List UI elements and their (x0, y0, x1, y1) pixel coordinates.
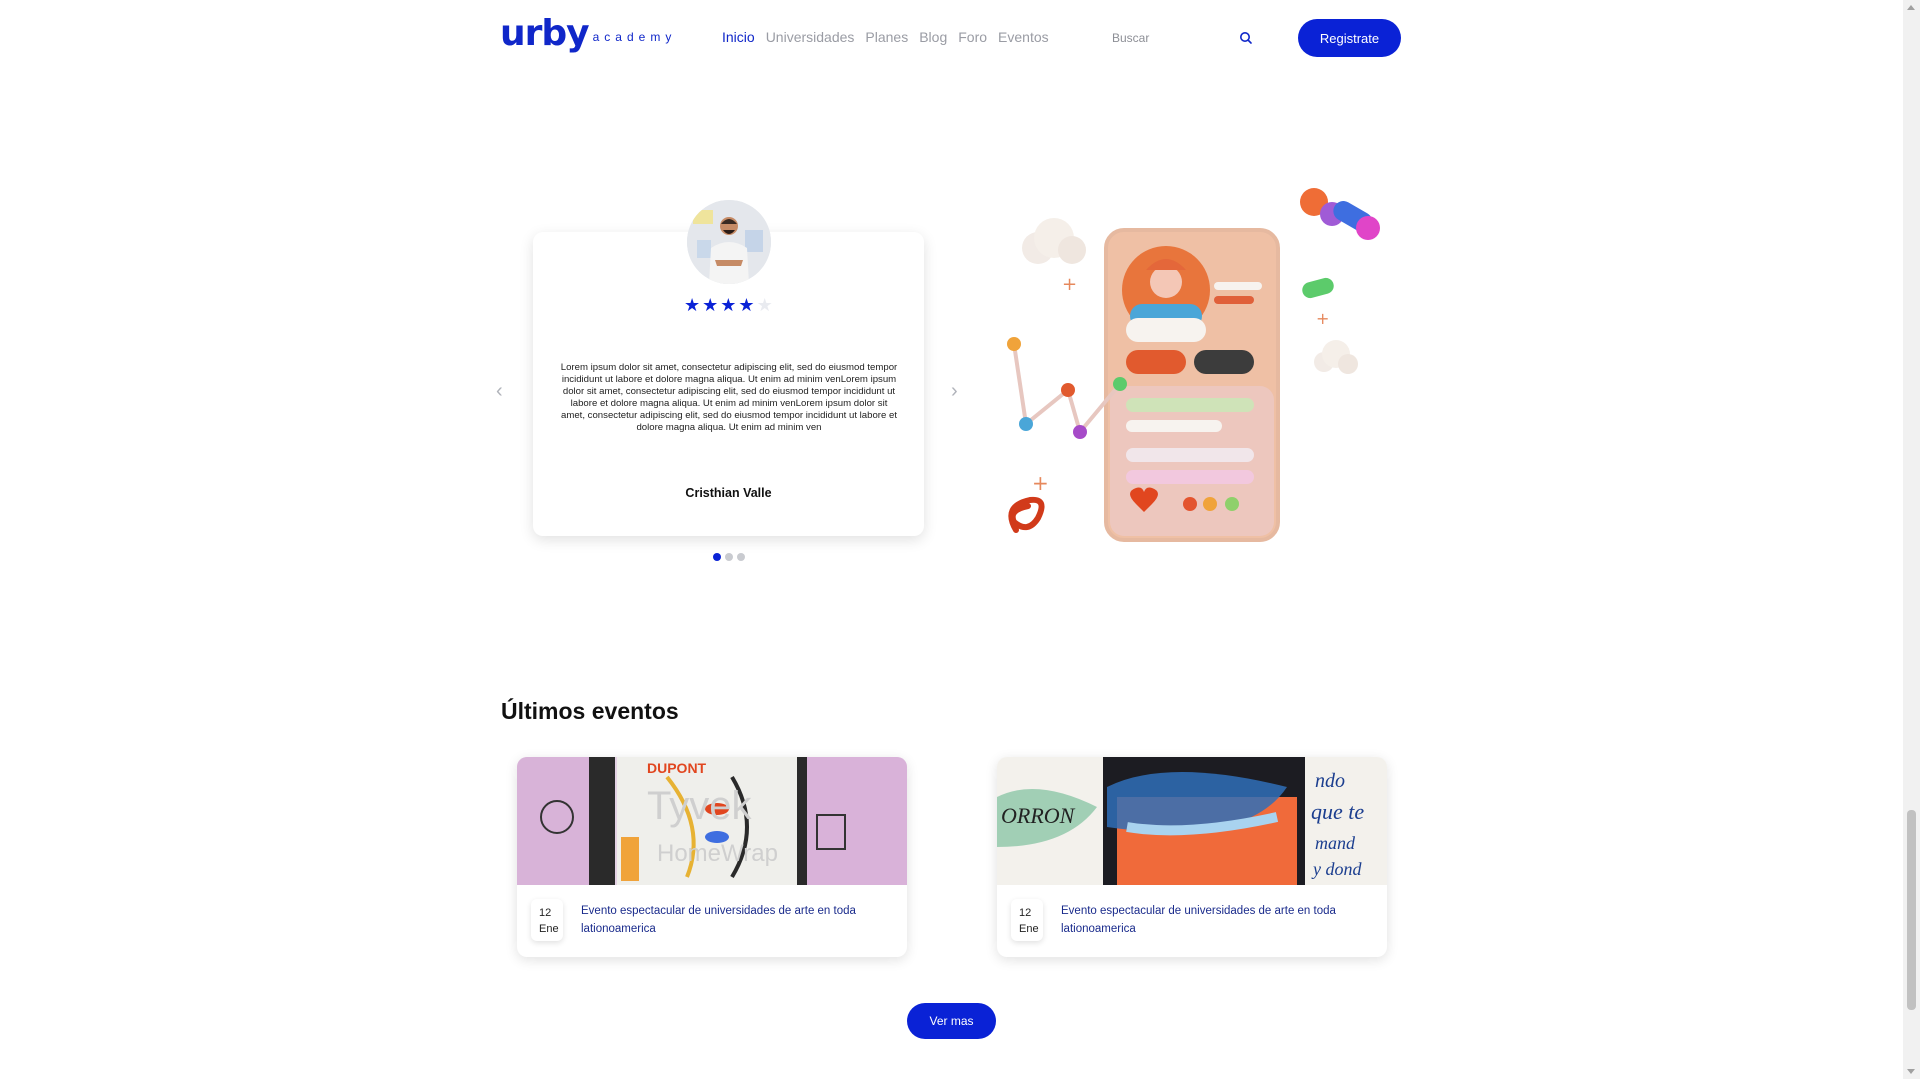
carousel-dots (713, 553, 745, 561)
scrollbar-thumb[interactable] (1907, 810, 1916, 1010)
testimonial-author: Cristhian Valle (685, 486, 772, 500)
see-more-button[interactable]: Ver mas (907, 1003, 996, 1039)
svg-text:ORRON: ORRON (1001, 803, 1076, 828)
svg-text:DUPONT: DUPONT (647, 760, 707, 776)
chevron-left-icon[interactable]: ‹ (496, 381, 510, 401)
scrollbar[interactable] (1903, 0, 1920, 1079)
svg-text:y dond: y dond (1311, 859, 1362, 879)
event-day: 12 (1019, 907, 1032, 919)
carousel-dot[interactable] (713, 553, 721, 561)
logo[interactable]: urby academy (500, 14, 676, 54)
svg-text:+: + (1062, 274, 1077, 295)
main-nav: Inicio Universidades Planes Blog Foro Ev… (722, 29, 1049, 45)
carousel-dot[interactable] (737, 553, 745, 561)
nav-universidades[interactable]: Universidades (766, 29, 855, 45)
section-title: Últimos eventos (501, 698, 679, 724)
svg-text:HomeWrap: HomeWrap (657, 840, 778, 867)
svg-text:mand: mand (1315, 833, 1356, 853)
star-icon: ★ (738, 295, 755, 315)
star-icon: ★ (720, 295, 737, 315)
event-card[interactable]: DUPONT Tyvek HomeWrap 12 Ene Evento espe… (517, 757, 907, 957)
star-icon: ★ (702, 295, 719, 315)
carousel-dot[interactable] (725, 553, 733, 561)
star-icon: ★ (756, 295, 773, 315)
event-month: Ene (539, 923, 559, 935)
event-month: Ene (1019, 923, 1039, 935)
svg-text:que te: que te (1311, 799, 1364, 824)
phone-illustration: + + + (1007, 188, 1380, 542)
rating-stars: ★ ★ ★ ★ ★ (684, 296, 773, 314)
avatar (687, 200, 771, 284)
nav-blog[interactable]: Blog (919, 29, 947, 45)
svg-text:+: + (1032, 471, 1049, 495)
star-icon: ★ (684, 295, 701, 315)
event-card[interactable]: ORRON ndo que te mand y dond 12 Ene Even… (997, 757, 1387, 957)
testimonial-text: Lorem ipsum dolor sit amet, consectetur … (560, 362, 898, 433)
event-image: ORRON ndo que te mand y dond (997, 757, 1387, 885)
scroll-up-arrow-icon[interactable] (1907, 5, 1915, 10)
search-icon[interactable] (1238, 30, 1254, 46)
svg-text:Tyvek: Tyvek (647, 784, 752, 828)
event-title[interactable]: Evento espectacular de universidades de … (1061, 902, 1361, 938)
event-date-badge: 12 Ene (531, 899, 563, 941)
event-day: 12 (539, 907, 552, 919)
register-button[interactable]: Registrate (1298, 19, 1401, 57)
chevron-right-icon[interactable]: › (951, 381, 965, 401)
event-date-badge: 12 Ene (1011, 899, 1043, 941)
cloud-icon (1022, 218, 1086, 264)
nav-planes[interactable]: Planes (865, 29, 908, 45)
event-title[interactable]: Evento espectacular de universidades de … (581, 902, 881, 938)
scroll-down-arrow-icon[interactable] (1907, 1069, 1915, 1074)
nav-eventos[interactable]: Eventos (998, 29, 1049, 45)
logo-tagline: academy (592, 30, 677, 44)
svg-text:ndo: ndo (1315, 770, 1345, 792)
search-bar (1110, 28, 1255, 48)
person-photo (687, 200, 771, 284)
search-input[interactable] (1110, 30, 1234, 46)
nav-inicio[interactable]: Inicio (722, 29, 755, 45)
nav-foro[interactable]: Foro (958, 29, 987, 45)
cloud-icon (1314, 340, 1358, 374)
logo-wordmark: urby (500, 13, 590, 54)
svg-text:+: + (1316, 309, 1329, 328)
event-image: DUPONT Tyvek HomeWrap (517, 757, 907, 885)
